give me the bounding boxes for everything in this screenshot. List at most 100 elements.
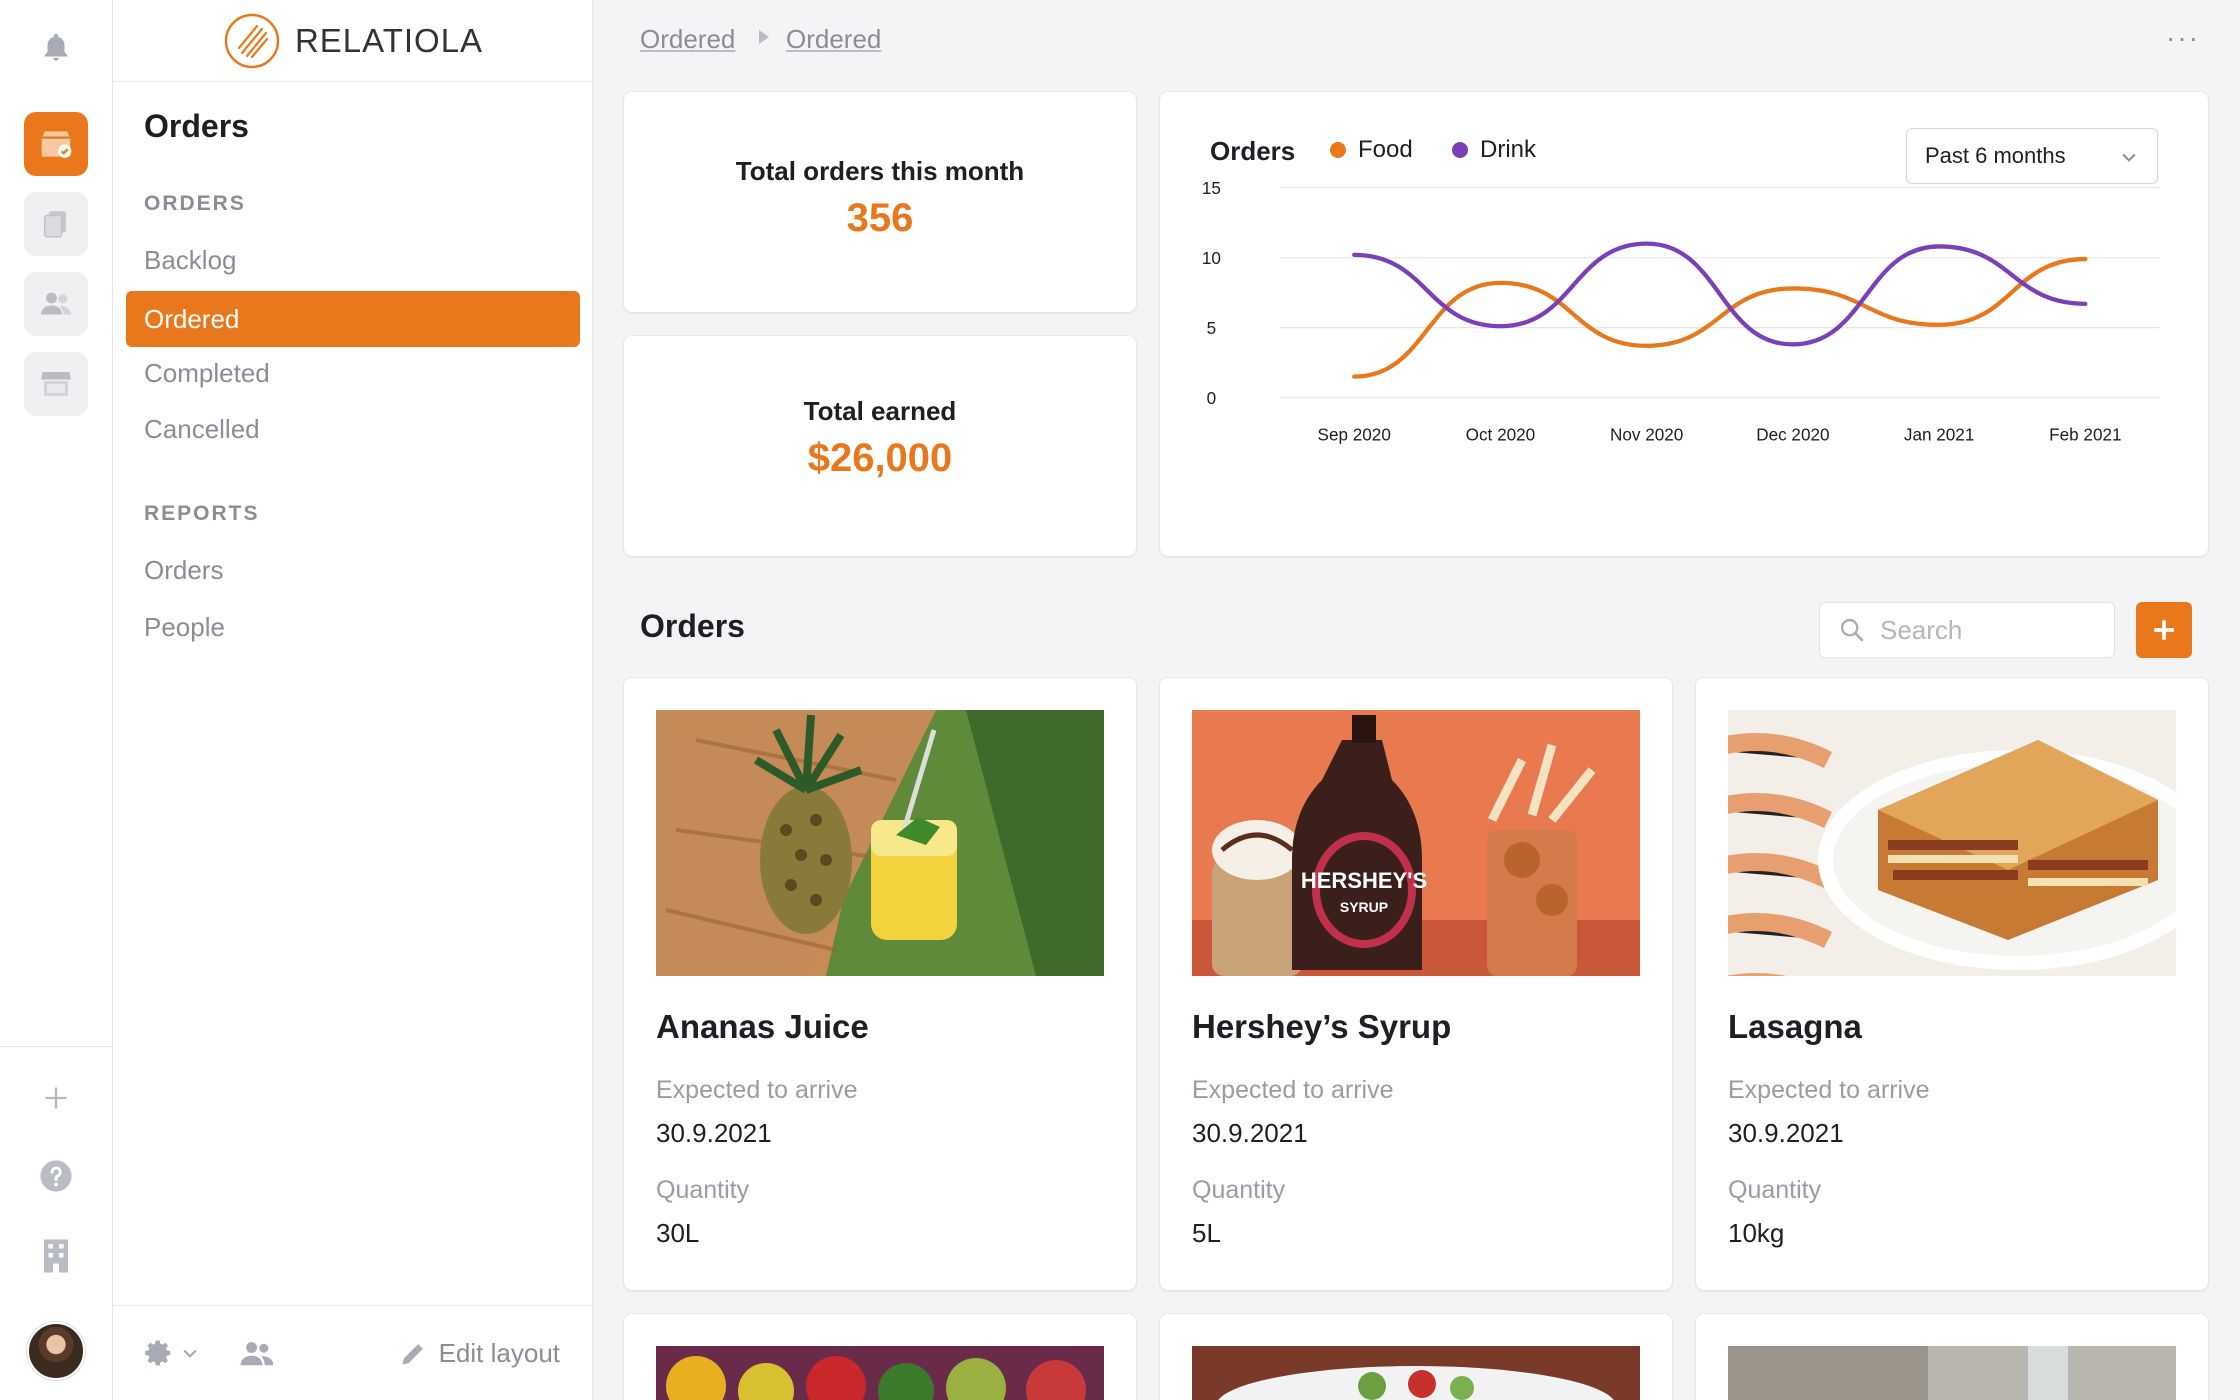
order-image-ananas-juice (656, 710, 1104, 976)
expected-label: Expected to arrive (656, 1076, 858, 1104)
order-card[interactable] (1160, 1314, 1672, 1400)
breadcrumb-item-1[interactable]: Ordered (640, 24, 735, 55)
order-image-hersheys-syrup: HERSHEY'S SYRUP (1192, 710, 1640, 976)
expected-date: 30.9.2021 (656, 1118, 772, 1148)
search-icon (1840, 618, 1864, 642)
rail-divider (0, 1046, 113, 1047)
order-image-water (1728, 1346, 2176, 1400)
sidebar-item-reports-people[interactable]: People (126, 599, 580, 655)
quantity-value: 5L (1192, 1218, 1221, 1248)
breadcrumb-item-2[interactable]: Ordered (786, 24, 881, 55)
settings-menu-button[interactable] (144, 1338, 200, 1368)
legend-dot-drink (1452, 142, 1468, 158)
gear-icon (145, 1340, 171, 1366)
chart-plot-area: 0 5 10 15 Sep 2020 Oct 2020 Nov 2020 Dec 2020 Ja… (1202, 178, 2160, 444)
expected-date: 30.9.2021 (1728, 1118, 1844, 1148)
store-icon (41, 372, 71, 396)
brand-name: RELATIOLA (294, 21, 484, 59)
time-range-select[interactable]: Past 6 months (1906, 128, 2158, 184)
sidebar: RELATIOLA Orders ORDERS Backlog Ordered … (113, 0, 593, 1400)
people-icon (240, 1342, 274, 1366)
organization-button[interactable] (32, 1232, 80, 1280)
section-label-orders: ORDERS (144, 192, 246, 215)
order-image-vegetables (656, 1346, 1104, 1400)
plus-icon (2154, 620, 2174, 640)
help-button[interactable] (32, 1152, 80, 1200)
expected-date: 30.9.2021 (1192, 1118, 1308, 1148)
rail-documents-button[interactable] (24, 192, 88, 256)
order-card[interactable]: Lasagna Expected to arrive 30.9.2021 Qua… (1696, 678, 2208, 1290)
stat-value-earned: $26,000 (807, 436, 953, 480)
x-tick-label: Nov 2020 (1610, 424, 1683, 444)
x-tick-label: Jan 2021 (1904, 424, 1974, 444)
edit-layout-button[interactable]: Edit layout (399, 1338, 560, 1369)
chevron-down-icon (183, 1349, 197, 1358)
sidebar-title: Orders (144, 108, 249, 144)
y-tick-label: 15 (1202, 178, 1221, 198)
user-avatar[interactable] (27, 1322, 85, 1380)
sidebar-item-backlog[interactable]: Backlog (126, 232, 580, 288)
search-input[interactable] (1880, 614, 2100, 646)
order-card[interactable] (624, 1314, 1136, 1400)
y-tick-label: 5 (1207, 318, 1217, 338)
notifications-button[interactable] (24, 16, 88, 80)
x-tick-label: Sep 2020 (1318, 424, 1391, 444)
app-window: RELATIOLA Orders ORDERS Backlog Ordered … (0, 0, 2240, 1400)
search-box[interactable] (1819, 602, 2115, 658)
team-button[interactable] (239, 1338, 275, 1368)
stat-label-earned: Total earned (803, 396, 957, 426)
add-workspace-button[interactable] (32, 1074, 80, 1122)
sidebar-item-reports-orders[interactable]: Orders (126, 542, 580, 598)
brand-logo[interactable]: RELATIOLA (113, 0, 593, 82)
orders-chart-card: 0 5 10 15 Sep 2020 Oct 2020 Nov 2020 Dec 2020 Ja… (1160, 92, 2208, 556)
sidebar-item-cancelled[interactable]: Cancelled (126, 401, 580, 457)
quantity-value: 30L (656, 1218, 700, 1248)
sidebar-item-ordered[interactable]: Ordered (126, 291, 580, 347)
breadcrumb-separator-icon (759, 30, 769, 44)
building-icon (44, 1239, 68, 1273)
chart-title: Orders (1210, 136, 1296, 166)
help-icon (40, 1160, 72, 1192)
order-image-lasagna (1728, 710, 2176, 976)
order-name: Lasagna (1728, 1008, 1862, 1045)
icon-rail (0, 0, 113, 1400)
breadcrumb: Ordered Ordered ··· (593, 0, 2240, 80)
rail-people-button[interactable] (24, 272, 88, 336)
box-check-icon (41, 131, 72, 158)
legend-item-drink[interactable]: Drink (1452, 136, 1536, 164)
order-card[interactable]: Ananas Juice Expected to arrive 30.9.202… (624, 678, 1136, 1290)
rail-store-button[interactable] (24, 352, 88, 416)
rail-orders-button[interactable] (24, 112, 88, 176)
order-card[interactable] (1696, 1314, 2208, 1400)
add-order-button[interactable] (2136, 602, 2192, 658)
time-range-value: Past 6 months (1925, 143, 2066, 168)
more-options-icon[interactable]: ··· (2166, 22, 2200, 54)
y-tick-label: 0 (1207, 388, 1217, 408)
syrup-word-text: SYRUP (1340, 899, 1388, 915)
expected-label: Expected to arrive (1728, 1076, 1930, 1104)
sidebar-footer: Edit layout (113, 1305, 593, 1400)
stat-card-total-earned: Total earned $26,000 (624, 336, 1136, 556)
relatiola-logo-icon (224, 13, 280, 68)
quantity-value: 10kg (1728, 1218, 1785, 1248)
quantity-label: Quantity (1192, 1176, 1286, 1204)
people-icon (41, 292, 71, 315)
x-tick-label: Dec 2020 (1756, 424, 1829, 444)
order-card[interactable]: HERSHEY'S SYRUP Hershey’s Syrup Expected… (1160, 678, 1672, 1290)
edit-layout-label: Edit layout (438, 1338, 560, 1368)
sidebar-item-completed[interactable]: Completed (126, 345, 580, 401)
plus-icon (45, 1087, 67, 1109)
orders-section-title: Orders (640, 608, 745, 644)
chevron-down-icon (2122, 153, 2136, 162)
y-tick-label: 10 (1202, 248, 1221, 268)
syrup-brand-text: HERSHEY'S (1301, 868, 1427, 893)
stat-value-orders: 356 (846, 196, 914, 240)
x-tick-label: Feb 2021 (2049, 424, 2121, 444)
bell-icon (44, 33, 68, 61)
legend-label-drink: Drink (1480, 136, 1537, 163)
legend-label-food: Food (1358, 136, 1413, 163)
order-name: Ananas Juice (656, 1008, 869, 1045)
stat-card-total-orders: Total orders this month 356 (624, 92, 1136, 312)
legend-item-food[interactable]: Food (1330, 136, 1413, 164)
order-image-salad (1192, 1346, 1640, 1400)
